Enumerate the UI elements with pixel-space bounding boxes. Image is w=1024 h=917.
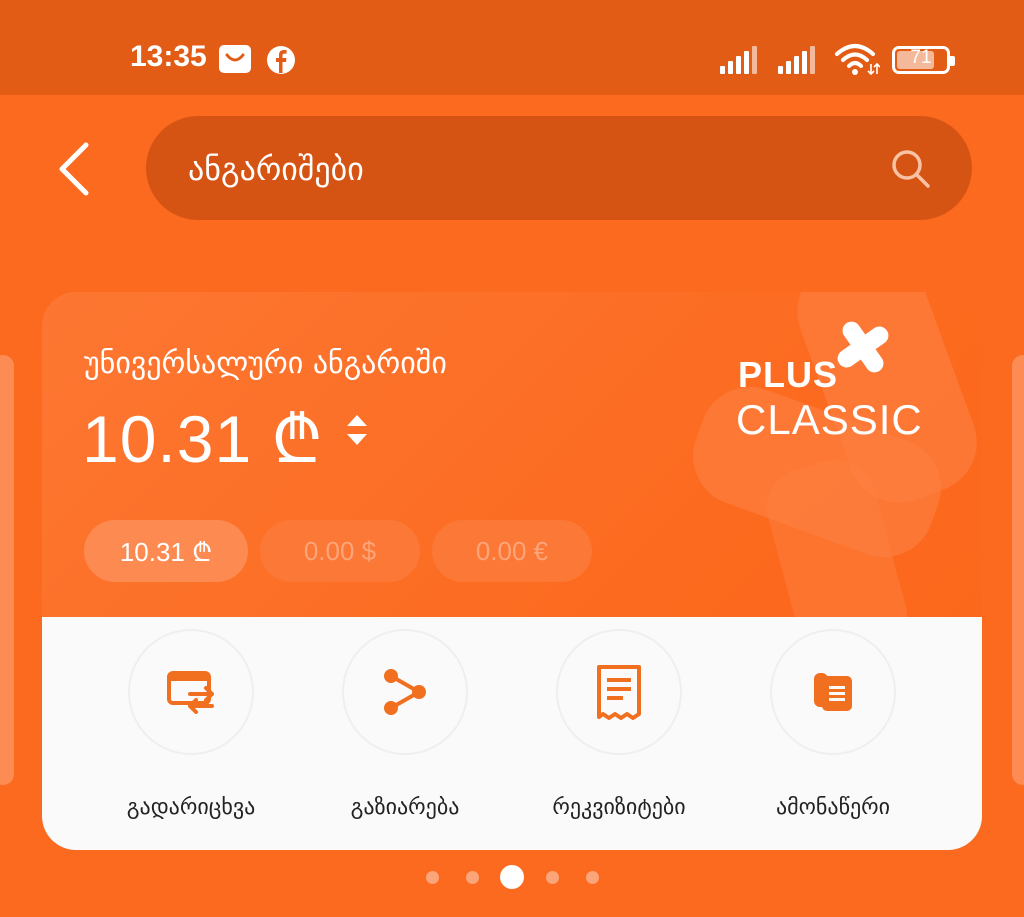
statement-icon xyxy=(814,673,852,711)
currency-chip-gel[interactable]: 10.31 ₾ xyxy=(84,520,248,582)
share-button[interactable]: გაზიარება xyxy=(298,629,512,820)
sort-toggle-icon[interactable] xyxy=(344,412,370,448)
previous-card-peek[interactable] xyxy=(0,355,14,785)
status-bar: 13:35 71 xyxy=(0,0,1024,95)
battery-indicator: 71 xyxy=(892,46,955,74)
requisites-circle xyxy=(556,629,682,755)
currency-chip-eur[interactable]: 0.00 € xyxy=(432,520,592,582)
brand-plus: PLUS xyxy=(738,354,839,395)
wifi-icon xyxy=(835,44,880,76)
plus-cross-logo-icon xyxy=(837,321,889,373)
brand-classic: CLASSIC xyxy=(736,396,923,443)
search-icon[interactable] xyxy=(890,148,932,190)
cellular-signal-icon xyxy=(720,46,757,74)
transfer-button[interactable]: გადარიცხვა xyxy=(84,629,298,820)
share-circle xyxy=(342,629,468,755)
search-title: ანგარიშები xyxy=(188,150,364,188)
cellular-signal-icon-2 xyxy=(778,46,815,74)
statement-label: ამონაწერი xyxy=(775,795,891,820)
statement-circle xyxy=(770,629,896,755)
share-label: გაზიარება xyxy=(350,795,460,820)
facebook-icon xyxy=(267,46,295,74)
battery-cap xyxy=(950,56,955,66)
shopping-bag-icon xyxy=(219,45,251,73)
transfer-circle xyxy=(128,629,254,755)
back-button[interactable] xyxy=(52,140,102,200)
page-dot[interactable] xyxy=(546,871,559,884)
requisites-label: რეკვიზიტები xyxy=(552,795,686,820)
transfer-icon xyxy=(167,671,214,714)
requisites-button[interactable]: რეკვიზიტები xyxy=(512,629,726,820)
next-card-peek[interactable] xyxy=(1012,355,1024,785)
page-dot[interactable] xyxy=(426,871,439,884)
currency-chip-usd[interactable]: 0.00 $ xyxy=(260,520,420,582)
page-indicator xyxy=(0,864,1024,890)
bottom-strip xyxy=(0,903,1024,917)
page-dot[interactable] xyxy=(466,871,479,884)
status-time: 13:35 xyxy=(130,40,207,73)
card-decoration xyxy=(693,292,977,622)
battery-level: 71 xyxy=(910,47,932,68)
page-dot[interactable] xyxy=(586,871,599,884)
search-bar[interactable]: ანგარიშები xyxy=(146,116,972,220)
account-name: უნივერსალური ანგარიში xyxy=(84,346,447,381)
transfer-label: გადარიცხვა xyxy=(126,795,256,820)
page-dot-active[interactable] xyxy=(500,865,524,889)
receipt-icon xyxy=(597,665,641,720)
chevron-left-icon xyxy=(59,142,89,196)
account-balance: 10.31 ₾ xyxy=(82,402,324,476)
share-icon xyxy=(384,669,426,715)
account-actions: გადარიცხვა გაზიარება რეკვიზიტები ამონაწე… xyxy=(42,617,982,850)
account-card[interactable]: უნივერსალური ანგარიში 10.31 ₾ PLUS CLASS… xyxy=(42,292,982,850)
statement-button[interactable]: ამონაწერი xyxy=(726,629,940,820)
